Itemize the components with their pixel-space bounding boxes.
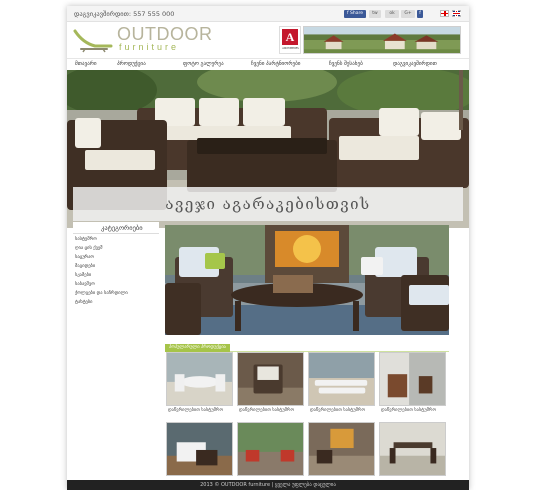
google-plus-button[interactable]: G+ xyxy=(401,10,415,18)
product-label[interactable]: დაწვრილებით სასტუმრო xyxy=(239,408,294,413)
category-item[interactable]: ღია ცის ქვეშ xyxy=(75,246,103,251)
product-thumbnail[interactable] xyxy=(237,352,304,406)
product-label[interactable]: დაწვრილებით სასტუმრო xyxy=(168,408,223,413)
page: დაგვიკავშირდით: 557 555 000 f Share tw o… xyxy=(67,6,469,490)
nav-item-contact[interactable]: დაგვიკავშირდით xyxy=(393,61,437,67)
main-nav: მთავარი პროდუქცია ფოტო გალერეა ჩვენი პარ… xyxy=(67,58,469,70)
logo-text[interactable]: OUTDOOR xyxy=(117,25,213,43)
footer-copyright: 2013 © OUTDOOR furniture | ყველა უფლება … xyxy=(200,482,336,488)
featured-image xyxy=(165,225,449,335)
english-flag-icon[interactable] xyxy=(452,10,461,17)
product-thumbnail[interactable] xyxy=(308,422,375,476)
header-banner-image xyxy=(303,26,461,54)
category-item[interactable]: ქოლგები და საჩრდილი xyxy=(75,291,128,296)
product-thumbnail[interactable] xyxy=(308,352,375,406)
logo-subtext: furniture xyxy=(119,42,180,52)
section-tab-popular[interactable]: პოპულარული პროდუქცია xyxy=(165,344,230,352)
product-thumbnail[interactable] xyxy=(379,422,446,476)
category-item[interactable]: საცურაო xyxy=(75,255,94,260)
partner-logo[interactable]: A ARCHIMEDES xyxy=(279,26,301,54)
partner-logo-letter: A xyxy=(282,29,298,45)
hero-caption-text: ავეჯი აგარაკებისთვის xyxy=(165,195,371,213)
nav-item-products[interactable]: პროდუქცია xyxy=(117,61,146,67)
category-item[interactable]: სასტუმრო xyxy=(75,237,97,242)
facebook-share-button[interactable]: f Share xyxy=(344,10,366,18)
product-label[interactable]: დაწვრილებით სასტუმრო xyxy=(381,408,436,413)
category-sidebar: კატეგორიები სასტუმრო ღია ცის ქვეშ საცურა… xyxy=(73,222,159,306)
nav-item-gallery[interactable]: ფოტო გალერეა xyxy=(183,61,224,67)
footer: 2013 © OUTDOOR furniture | ყველა უფლება … xyxy=(67,480,469,490)
product-thumbnail[interactable] xyxy=(166,422,233,476)
nav-item-partners[interactable]: ჩვენი პარტნიორები xyxy=(251,61,300,67)
category-title: კატეგორიები xyxy=(101,224,143,232)
lounge-chair-logo-icon[interactable] xyxy=(73,27,113,53)
top-bar: დაგვიკავშირდით: 557 555 000 f Share tw o… xyxy=(67,6,469,22)
section-heading-bar: პოპულარული პროდუქცია xyxy=(165,344,449,352)
partner-logo-text: ARCHIMEDES xyxy=(282,47,299,50)
product-label[interactable]: დაწვრილებით სასტუმრო xyxy=(310,408,365,413)
hero-caption: ავეჯი აგარაკებისთვის xyxy=(73,187,463,221)
odnoklassniki-button[interactable]: ok xyxy=(385,10,399,18)
nav-item-about[interactable]: ჩვენს შესახებ xyxy=(329,61,363,67)
twitter-button[interactable]: tw xyxy=(369,10,381,18)
product-thumbnail[interactable] xyxy=(237,422,304,476)
category-item[interactable]: ტახტები xyxy=(75,300,92,305)
nav-item-home[interactable]: მთავარი xyxy=(75,61,97,67)
header: OUTDOOR furniture A ARCHIMEDES xyxy=(67,22,469,58)
phone-number: დაგვიკავშირდით: 557 555 000 xyxy=(74,10,175,18)
georgian-flag-icon[interactable] xyxy=(440,10,449,17)
divider xyxy=(73,233,159,234)
product-thumbnail[interactable] xyxy=(166,352,233,406)
category-item[interactable]: საბავშვო xyxy=(75,282,95,287)
product-thumbnail[interactable] xyxy=(379,352,446,406)
category-item[interactable]: მაგიდები xyxy=(75,264,95,269)
category-item[interactable]: სკამები xyxy=(75,273,91,278)
facebook-icon[interactable]: f xyxy=(417,10,423,18)
